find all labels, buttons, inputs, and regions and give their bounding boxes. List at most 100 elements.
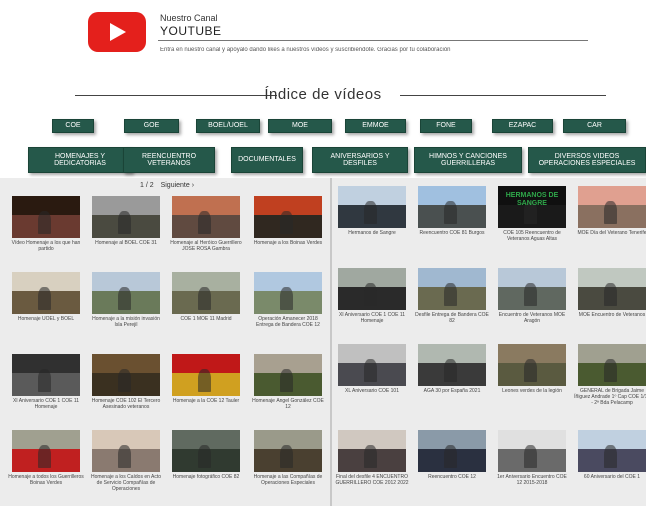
- video-thumbnail[interactable]: [12, 272, 80, 314]
- panel-divider: [330, 178, 332, 506]
- category-button[interactable]: COE: [52, 119, 94, 133]
- video-caption[interactable]: XI Aniversario COE 1 COE 11 Homenaje: [334, 312, 410, 332]
- category-button[interactable]: EZAPAC: [492, 119, 553, 133]
- channel-description: Entra en nuestro canal y apóyalo dando l…: [160, 47, 451, 53]
- video-caption[interactable]: Homenaje al BOEL COE 31: [88, 240, 164, 260]
- video-caption[interactable]: Homenaje Ángel González COE 12: [250, 398, 326, 418]
- video-caption[interactable]: AGA 30 por España 2021: [414, 388, 490, 408]
- category-button[interactable]: ANIVERSARIOS Y DESFILES: [312, 147, 408, 173]
- thumbnail-figure: [603, 282, 618, 306]
- video-caption[interactable]: COE 105 Reencuentro de Veteranos Aguas A…: [494, 230, 570, 250]
- video-thumbnail[interactable]: [254, 354, 322, 396]
- video-thumbnail[interactable]: [92, 196, 160, 238]
- video-caption[interactable]: Encuentro de Veteranos MOE Aragón: [494, 312, 570, 332]
- video-thumbnail[interactable]: [254, 196, 322, 238]
- category-button[interactable]: HIMNOS Y CANCIONES GUERRILLERAS: [414, 147, 522, 173]
- video-thumbnail[interactable]: [578, 344, 646, 386]
- video-thumbnail[interactable]: [418, 344, 486, 386]
- thumbnail-figure: [117, 286, 132, 310]
- video-thumbnail[interactable]: [338, 186, 406, 228]
- video-caption[interactable]: XL Aniversario COE 101: [334, 388, 410, 408]
- category-button[interactable]: HOMENAJES Y DEDICATORIAS: [28, 147, 132, 173]
- video-caption[interactable]: Homenaje a los Caídos en Acto de Servici…: [88, 474, 164, 494]
- video-thumbnail[interactable]: [92, 354, 160, 396]
- video-caption[interactable]: Homenaje UOEL y BOEL: [8, 316, 84, 336]
- thumbnail-figure: [279, 368, 294, 392]
- video-thumbnail[interactable]: [578, 186, 646, 228]
- thumbnail-figure: [37, 444, 52, 468]
- video-thumbnail[interactable]: [12, 354, 80, 396]
- video-thumbnail[interactable]: [254, 272, 322, 314]
- video-thumbnail[interactable]: [172, 430, 240, 472]
- video-caption[interactable]: MOE Día del Veterano Tenerife: [574, 230, 646, 250]
- pager-next-link[interactable]: Siguiente ›: [161, 182, 194, 189]
- video-thumbnail[interactable]: [92, 430, 160, 472]
- video-caption[interactable]: Vídeo Homenaje a los que han partido: [8, 240, 84, 260]
- header-divider: [158, 40, 588, 41]
- pager: 1 / 2 Siguiente ›: [140, 182, 199, 189]
- video-thumbnail[interactable]: [418, 186, 486, 228]
- video-caption[interactable]: Homenaje a las Compañías de Operaciones …: [250, 474, 326, 494]
- thumbnail-figure: [197, 210, 212, 234]
- category-button[interactable]: DIVERSOS VIDEOS OPERACIONES ESPECIALES: [528, 147, 646, 173]
- video-caption[interactable]: Reencuentro COE 12: [414, 474, 490, 494]
- video-caption[interactable]: MOE Encuentro de Veteranos: [574, 312, 646, 332]
- video-caption[interactable]: Homenaje a la COE 12 Tauler: [168, 398, 244, 418]
- category-button[interactable]: CAR: [563, 119, 626, 133]
- video-thumbnail[interactable]: [172, 354, 240, 396]
- video-caption[interactable]: Final del desfile 4 ENCUENTRO GUERRILLER…: [334, 474, 410, 494]
- video-caption[interactable]: Hermanos de Sangre: [334, 230, 410, 250]
- category-button[interactable]: BOEL/UOEL: [196, 119, 260, 133]
- channel-title[interactable]: YOUTUBE: [160, 24, 222, 38]
- video-caption[interactable]: Homenaje a todos los Guerrilleros Boinas…: [8, 474, 84, 494]
- thumbnail-figure: [363, 200, 378, 224]
- video-thumbnail[interactable]: [578, 430, 646, 472]
- thumbnail-figure: [523, 358, 538, 382]
- video-caption[interactable]: GENERAL de Brigada Jaime Íñiguez Andrade…: [574, 388, 646, 408]
- video-caption[interactable]: Desfile Entrega de Bandera COE 82: [414, 312, 490, 332]
- video-caption[interactable]: Leones verdes de la legión: [494, 388, 570, 408]
- video-thumbnail[interactable]: [12, 196, 80, 238]
- thumbnail-figure: [197, 286, 212, 310]
- video-thumbnail[interactable]: [498, 344, 566, 386]
- video-caption[interactable]: Reencuentro COE 81 Burgos: [414, 230, 490, 250]
- category-button[interactable]: DOCUMENTALES: [231, 147, 303, 173]
- video-thumbnail[interactable]: [498, 268, 566, 310]
- video-thumbnail[interactable]: [338, 344, 406, 386]
- video-thumbnail[interactable]: [254, 430, 322, 472]
- video-thumbnail[interactable]: [172, 272, 240, 314]
- thumbnail-figure: [363, 358, 378, 382]
- video-thumbnail[interactable]: [338, 430, 406, 472]
- video-caption[interactable]: Homenaje a los Boinas Verdes: [250, 240, 326, 260]
- video-caption[interactable]: Homenaje a la misión invasión Isla Perej…: [88, 316, 164, 336]
- thumbnail-figure: [197, 368, 212, 392]
- category-button[interactable]: REENCUENTRO VETERANOS: [123, 147, 215, 173]
- video-thumbnail[interactable]: [418, 430, 486, 472]
- thumbnail-figure: [603, 358, 618, 382]
- thumbnail-figure: [443, 200, 458, 224]
- video-caption[interactable]: COE 1 MOE 11 Madrid: [168, 316, 244, 336]
- video-thumbnail[interactable]: [92, 272, 160, 314]
- category-button[interactable]: MOE: [268, 119, 332, 133]
- video-thumbnail[interactable]: [418, 268, 486, 310]
- video-thumbnail[interactable]: [498, 430, 566, 472]
- thumbnail-figure: [117, 210, 132, 234]
- category-button[interactable]: GOE: [124, 119, 179, 133]
- video-thumbnail[interactable]: [578, 268, 646, 310]
- video-thumbnail[interactable]: [12, 430, 80, 472]
- category-button[interactable]: EMMOE: [345, 119, 406, 133]
- video-caption[interactable]: Homenaje al Heróico Guerrillero JOSE ROS…: [168, 240, 244, 260]
- video-caption[interactable]: XI Aniversario COE 1 COE 11 Homenaje: [8, 398, 84, 418]
- youtube-logo-icon[interactable]: [88, 12, 146, 52]
- category-button[interactable]: FONE: [420, 119, 472, 133]
- video-thumbnail[interactable]: HERMANOS DE SANGRE: [498, 186, 566, 228]
- video-caption[interactable]: Operación Amanecer 2018 Entrega de Bande…: [250, 316, 326, 336]
- video-thumbnail[interactable]: [338, 268, 406, 310]
- video-caption[interactable]: 60 Aniversario del COE 1: [574, 474, 646, 494]
- video-thumbnail[interactable]: [172, 196, 240, 238]
- video-caption[interactable]: Homenaje fotográfico COE 82: [168, 474, 244, 494]
- video-caption[interactable]: Homenaje COE 102 El Tercero Asesinado ve…: [88, 398, 164, 418]
- thumbnail-figure: [279, 210, 294, 234]
- play-icon: [110, 23, 126, 41]
- video-caption[interactable]: 1er Aniversario Encuentro COE 12 2015-20…: [494, 474, 570, 494]
